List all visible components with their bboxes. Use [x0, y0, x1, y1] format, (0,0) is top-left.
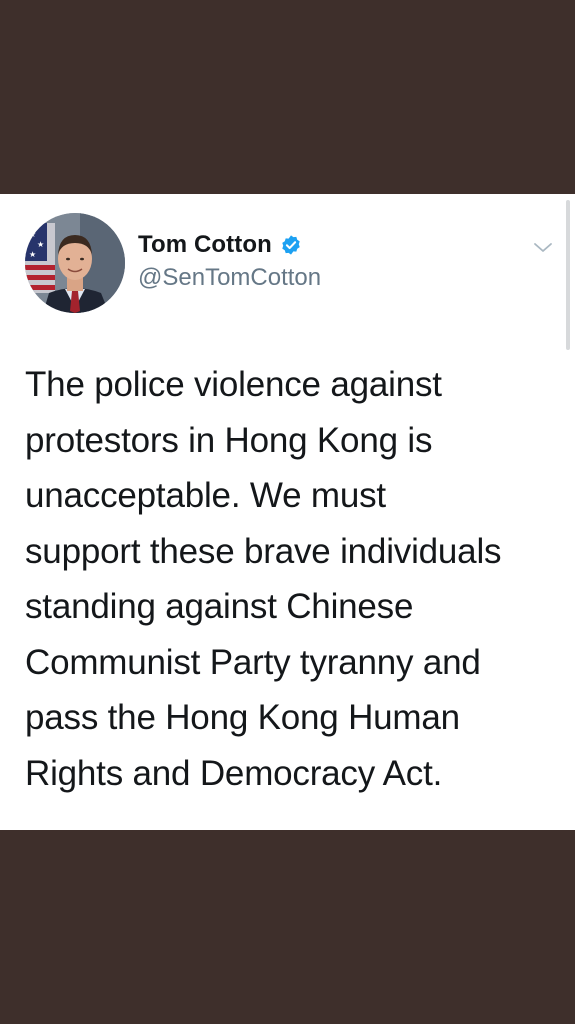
author-handle[interactable]: @SenTomCotton	[138, 264, 321, 292]
tweet-text: The police violence against protestors i…	[25, 365, 502, 793]
avatar[interactable]: ★ ★ ★	[25, 213, 125, 313]
avatar-photo: ★ ★ ★	[25, 213, 125, 313]
bottom-background-band	[0, 830, 575, 1024]
svg-text:★: ★	[29, 230, 36, 239]
author-name-row[interactable]: Tom Cotton	[138, 230, 302, 260]
svg-text:★: ★	[37, 240, 44, 249]
top-background-band	[0, 0, 575, 194]
svg-text:★: ★	[29, 250, 36, 259]
scrollbar[interactable]	[566, 200, 570, 350]
verified-badge-icon	[280, 234, 302, 256]
tweet-card[interactable]: ★ ★ ★ Tom Cotton @SenTomCotton The polic…	[0, 194, 575, 830]
chevron-down-icon[interactable]	[532, 236, 554, 258]
author-display-name[interactable]: Tom Cotton	[138, 231, 272, 259]
